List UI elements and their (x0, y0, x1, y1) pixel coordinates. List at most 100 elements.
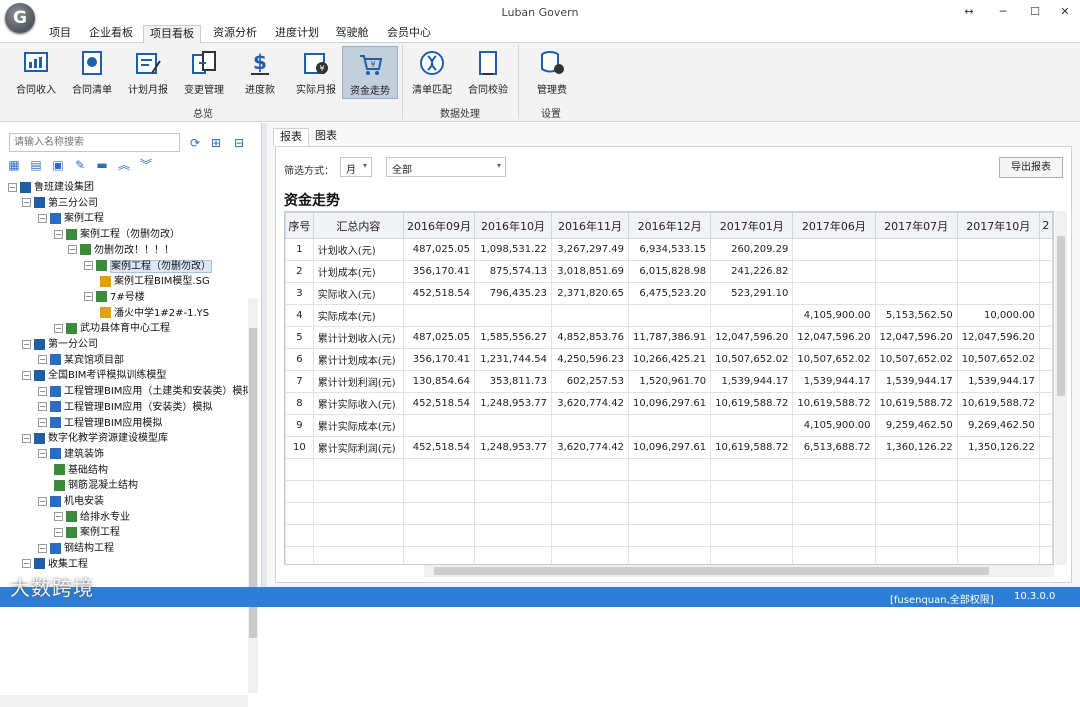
column-header[interactable]: 2017年07月 (874, 212, 958, 239)
tree-item[interactable]: − 案例工程（勿删勿改） (84, 259, 212, 275)
actual-monthly-button[interactable]: ¥ 实际月报 (288, 46, 344, 99)
tree-item[interactable]: − 数字化教学资源建设模型库 (22, 431, 168, 447)
tree-item[interactable]: − 全国BIM考评模拟训练模型 (22, 368, 166, 384)
table-row[interactable] (285, 480, 1053, 503)
expand-toggle-icon[interactable]: − (54, 323, 63, 333)
expand-toggle-icon[interactable]: − (54, 229, 63, 239)
expand-toggle-icon[interactable]: − (8, 182, 17, 192)
expand-toggle-icon[interactable]: − (38, 496, 47, 506)
expand-toggle-icon[interactable]: − (38, 543, 47, 553)
expand-toggle-icon[interactable]: − (22, 198, 31, 208)
table-row[interactable] (285, 502, 1053, 525)
menu-schedule[interactable]: 进度计划 (270, 25, 324, 43)
expand-toggle-icon[interactable]: − (22, 559, 31, 569)
column-header[interactable]: 2016年12月 (627, 212, 712, 239)
collapse-all-icon[interactable]: ⊟ (231, 135, 247, 151)
expand-toggle-icon[interactable]: − (54, 527, 63, 537)
table-row[interactable]: 2 计划成本(元) 356,170.41 875,574.13 3,018,851.69… (285, 260, 1053, 283)
column-header[interactable]: 2017年10月 (956, 212, 1040, 239)
tree-item[interactable]: − 建筑装饰 (38, 447, 104, 463)
scope-select[interactable]: 全部 ▾ (386, 157, 506, 177)
table-row[interactable]: 1 计划收入(元) 487,025.05 1,098,531.22 3,267,297.… (285, 238, 1053, 261)
app-logo[interactable]: G (5, 3, 35, 33)
export-report-button[interactable]: 导出报表 (999, 157, 1063, 178)
expand-toggle-icon[interactable]: − (22, 339, 31, 349)
expand-toggle-icon[interactable]: − (84, 261, 93, 270)
tree-item[interactable]: − 鲁班建设集团 (8, 180, 94, 196)
tree-item[interactable]: − 钢结构工程 (38, 541, 114, 557)
close-button[interactable]: ✕ (1052, 4, 1078, 20)
table-row[interactable]: 10 累计实际利润(元) 452,518.54 1,248,953.77 3,620,7… (285, 436, 1053, 459)
table-vscrollbar[interactable] (1055, 211, 1067, 565)
tree-item[interactable]: − 案例工程 (54, 525, 120, 541)
column-header[interactable]: 2017年06月 (792, 212, 876, 239)
column-header[interactable]: 2 (1038, 212, 1053, 239)
column-header[interactable]: 汇总内容 (312, 212, 405, 239)
table-row[interactable]: 4 实际成本(元) 4,105,900.00 5,153,562.50 10,000.0… (285, 304, 1053, 327)
expand-toggle-icon[interactable]: − (38, 386, 47, 396)
menu-member-center[interactable]: 会员中心 (382, 25, 436, 43)
import-icon[interactable]: ▣ (50, 157, 66, 173)
tree-item[interactable]: 钢筋混凝土结构 (54, 478, 138, 494)
list-match-button[interactable]: 清单匹配 (404, 46, 460, 99)
tab-report[interactable]: 报表 (273, 128, 309, 146)
table-row[interactable]: 3 实际收入(元) 452,518.54 796,435.23 2,371,820.65… (285, 282, 1053, 305)
column-header[interactable]: 序号 (285, 212, 314, 239)
resize-icon[interactable]: ↔ (956, 4, 982, 20)
tree-item[interactable]: 潘火中学1#2#-1.YS (100, 306, 209, 322)
expand-toggle-icon[interactable]: − (38, 213, 47, 223)
menu-cockpit[interactable]: 驾驶舱 (332, 25, 372, 43)
fund-trend-button[interactable]: ¥ 资金走势 (342, 46, 398, 99)
tree-item[interactable]: − 第三分公司 (22, 196, 98, 212)
tree-item[interactable]: − 机电安装 (38, 494, 104, 510)
column-header[interactable]: 2017年01月 (710, 212, 794, 239)
tree-item[interactable]: 基础结构 (54, 463, 108, 479)
move-up-icon[interactable]: ︽ (116, 157, 132, 173)
tree-item[interactable]: − 7#号楼 (84, 290, 145, 306)
tree-item[interactable]: − 勿删勿改！！！！ (68, 243, 174, 259)
change-management-button[interactable]: 变更管理 (176, 46, 232, 99)
progress-payment-button[interactable]: $ 进度款 (232, 46, 288, 99)
column-header[interactable]: 2016年09月 (403, 212, 476, 239)
table-row[interactable] (285, 458, 1053, 481)
expand-toggle-icon[interactable]: − (38, 418, 47, 427)
tree-item[interactable]: − 给排水专业 (54, 510, 130, 526)
column-header[interactable]: 2016年11月 (551, 212, 629, 239)
tree-item[interactable]: − 某宾馆项目部 (38, 353, 124, 369)
table-row[interactable]: 5 累计计划收入(元) 487,025.05 1,585,556.27 4,852,85… (285, 326, 1053, 349)
contract-income-button[interactable]: 合同收入 (8, 46, 64, 99)
tree-item[interactable]: − 武功县体育中心工程 (54, 321, 170, 337)
table-hscrollbar[interactable] (424, 565, 1054, 577)
tree-search-input[interactable] (9, 133, 180, 152)
refresh-icon[interactable]: ⟳ (187, 135, 203, 151)
menu-project[interactable]: 项目 (42, 25, 78, 43)
expand-toggle-icon[interactable]: − (38, 402, 47, 412)
menu-resource-analysis[interactable]: 资源分析 (208, 25, 262, 43)
expand-toggle-icon[interactable]: − (84, 292, 93, 302)
menu-enterprise-board[interactable]: 企业看板 (86, 25, 136, 43)
table-row[interactable]: 6 累计计划成本(元) 356,170.41 1,231,744.54 4,250,59… (285, 348, 1053, 371)
table-row[interactable]: 7 累计计划利润(元) 130,854.64 353,811.73 602,257.53… (285, 370, 1053, 393)
expand-all-icon[interactable]: ⊞ (208, 135, 224, 151)
tree-item[interactable]: − 工程管理BIM应用（土建类和安装类）模拟 (38, 384, 252, 400)
table-row[interactable]: 8 累计实际收入(元) 452,518.54 1,248,953.77 3,620,77… (285, 392, 1053, 415)
tree-item[interactable]: − 案例工程（勿删勿改） (54, 227, 180, 243)
expand-toggle-icon[interactable]: − (22, 370, 31, 380)
contract-check-button[interactable]: 合同校验 (460, 46, 516, 99)
management-fee-button[interactable]: 管理费 (524, 46, 580, 99)
table-row[interactable] (285, 546, 1053, 564)
edit-icon[interactable]: ✎ (72, 157, 88, 173)
menu-project-board[interactable]: 项目看板 (143, 25, 201, 44)
period-select[interactable]: 月 ▾ (340, 157, 372, 177)
table-row[interactable] (285, 524, 1053, 547)
tree-item[interactable]: − 第一分公司 (22, 337, 98, 353)
expand-toggle-icon[interactable]: − (38, 355, 47, 365)
plan-monthly-button[interactable]: 计划月报 (120, 46, 176, 99)
expand-toggle-icon[interactable]: − (68, 245, 77, 255)
expand-toggle-icon[interactable]: − (38, 449, 47, 459)
minimize-button[interactable]: ─ (990, 4, 1016, 20)
expand-toggle-icon[interactable]: − (54, 512, 63, 522)
tree-item[interactable]: 案例工程BIM模型.SG (100, 274, 210, 290)
add-node-icon[interactable]: ▦ (6, 157, 22, 173)
maximize-button[interactable]: ☐ (1022, 4, 1048, 20)
